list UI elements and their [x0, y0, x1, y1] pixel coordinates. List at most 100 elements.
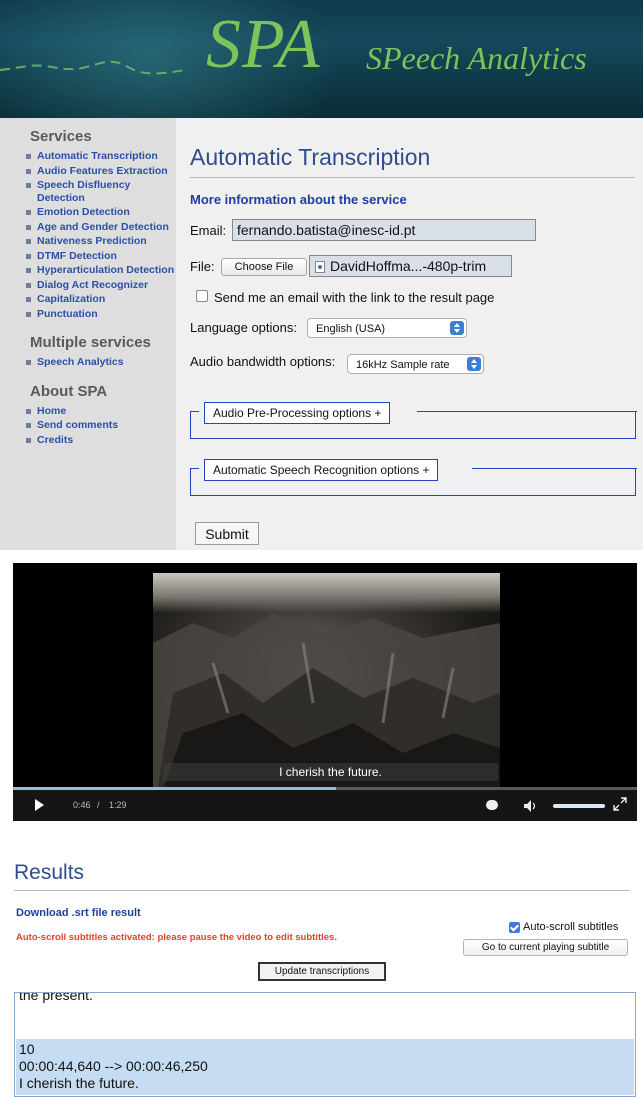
sidebar-item-label: Nativeness Prediction — [37, 235, 147, 247]
language-select[interactable]: English (USA) — [307, 318, 467, 338]
autoscroll-checkbox[interactable] — [509, 922, 520, 933]
bullet-icon — [26, 253, 31, 259]
sidebar-item-label: Home — [37, 404, 67, 417]
divider — [190, 177, 635, 178]
sidebar-item-hyperarticulation[interactable]: Hyperarticulation Detection — [0, 264, 176, 277]
sidebar-item-audio-features[interactable]: Audio Features Extraction — [0, 165, 176, 178]
bullet-icon — [26, 408, 31, 414]
bullet-icon — [26, 154, 31, 159]
volume-slider[interactable] — [553, 804, 605, 808]
sidebar-item-label: Age and Gender Detection — [37, 220, 169, 233]
subtitles-editor[interactable]: the present. 10 00:00:44,640 --> 00:00:4… — [14, 992, 636, 1097]
bandwidth-label: Audio bandwidth options: — [190, 354, 336, 369]
header-banner: SPA SPeech Analytics — [0, 0, 643, 118]
sidebar-item-label: Dialog Act Recognizer — [37, 278, 149, 291]
sidebar-item-credits[interactable]: Credits — [0, 434, 176, 447]
bullet-icon — [26, 297, 31, 302]
about-list: Home Send comments Credits — [0, 405, 176, 447]
bandwidth-value: 16kHz Sample rate — [356, 359, 450, 371]
sidebar-item-label: Credits — [37, 433, 74, 446]
autoscroll-label: Auto-scroll subtitles — [523, 921, 619, 933]
sidebar-item-speech-disfluency[interactable]: Speech Disfluency Detection — [0, 179, 176, 204]
sidebar-item-label: Hyperarticulation Detection — [37, 264, 175, 276]
sidebar-item-nativeness[interactable]: Nativeness Prediction — [0, 235, 176, 248]
page-title: Automatic Transcription — [190, 144, 431, 170]
bullet-icon — [26, 224, 31, 230]
sidebar-item-automatic-transcription[interactable]: Automatic Transcription — [0, 150, 176, 163]
bullet-icon — [26, 437, 31, 443]
volume-icon[interactable] — [523, 799, 539, 813]
sidebar-heading-about: About SPA — [30, 382, 108, 400]
sidebar-item-speech-analytics[interactable]: Speech Analytics — [0, 356, 176, 369]
subtitle-timing: 00:00:44,640 --> 00:00:46,250 — [19, 1058, 208, 1074]
goto-current-subtitle-button[interactable]: Go to current playing subtitle — [463, 939, 628, 956]
fieldset-border — [191, 468, 199, 469]
sidebar-item-label: Emotion Detection — [37, 206, 130, 218]
multiple-services-list: Speech Analytics — [0, 356, 176, 369]
sidebar-item-label: Capitalization — [37, 293, 106, 305]
sidebar-item-label: Speech Analytics — [37, 356, 124, 368]
logo: SPA — [206, 6, 321, 83]
sidebar-item-dtmf[interactable]: DTMF Detection — [0, 250, 176, 263]
file-icon — [315, 261, 325, 273]
sidebar-item-label: Automatic Transcription — [37, 150, 158, 162]
email-field[interactable] — [232, 219, 536, 241]
bullet-icon — [26, 282, 31, 288]
download-srt-link[interactable]: Download .srt file result — [16, 907, 141, 919]
submit-button[interactable]: Submit — [195, 522, 259, 545]
bullet-icon — [26, 360, 31, 365]
sidebar-heading-multiple: Multiple services — [30, 334, 151, 351]
preprocessing-toggle[interactable]: Audio Pre-Processing options + — [204, 402, 391, 424]
video-player[interactable]: I cherish the future. 0:46 / 1:29 — [13, 563, 637, 821]
bullet-icon — [26, 210, 31, 215]
fieldset-border — [191, 411, 199, 412]
asr-toggle[interactable]: Automatic Speech Recognition options + — [204, 459, 439, 481]
fullscreen-icon[interactable] — [613, 797, 627, 811]
bullet-icon — [26, 311, 31, 317]
autoscroll-warning: Auto-scroll subtitles activated: please … — [16, 932, 337, 943]
bandwidth-select[interactable]: 16kHz Sample rate — [347, 354, 484, 374]
send-email-checkbox[interactable] — [196, 290, 208, 302]
bullet-icon — [26, 423, 31, 428]
services-list: Automatic Transcription Audio Features E… — [0, 150, 176, 320]
sidebar-item-label: Speech Disfluency Detection — [37, 179, 131, 204]
waveform-decoration — [0, 60, 186, 75]
language-value: English (USA) — [316, 323, 386, 335]
sidebar-item-send-comments[interactable]: Send comments — [0, 419, 176, 432]
play-icon[interactable] — [35, 799, 44, 811]
sidebar-item-capitalization[interactable]: Capitalization — [0, 293, 176, 306]
current-subtitle[interactable]: 10 00:00:44,640 --> 00:00:46,250 I cheri… — [16, 1039, 634, 1095]
language-label: Language options: — [190, 320, 297, 335]
sidebar-item-home[interactable]: Home — [0, 405, 176, 418]
sidebar-heading-services: Services — [30, 128, 92, 145]
bullet-icon — [26, 239, 31, 244]
file-name-display: DavidHoffma...-480p-trim — [309, 255, 512, 277]
sidebar-item-dialog-act[interactable]: Dialog Act Recognizer — [0, 279, 176, 292]
more-info-link[interactable]: More information about the service — [190, 192, 407, 207]
current-time: 0:46 — [73, 800, 91, 810]
update-transcriptions-button[interactable]: Update transcriptions — [258, 962, 386, 981]
video-controls: 0:46 / 1:29 — [13, 790, 637, 821]
choose-file-button[interactable]: Choose File — [221, 258, 307, 276]
duration: 1:29 — [109, 800, 127, 810]
sidebar-item-punctuation[interactable]: Punctuation — [0, 308, 176, 321]
subtitle-text: I cherish the future. — [19, 1075, 139, 1091]
sidebar: Services Automatic Transcription Audio F… — [0, 118, 176, 550]
email-label: Email: — [190, 223, 227, 238]
logo-subtitle: SPeech Analytics — [366, 40, 587, 76]
sidebar-item-label: Audio Features Extraction — [37, 164, 168, 177]
sidebar-item-label: DTMF Detection — [37, 249, 117, 262]
sidebar-item-emotion-detection[interactable]: Emotion Detection — [0, 206, 176, 219]
captions-icon[interactable] — [486, 800, 498, 810]
select-arrows-icon — [467, 357, 481, 371]
sidebar-item-label: Send comments — [37, 419, 119, 431]
video-subtitle: I cherish the future. — [163, 763, 498, 781]
fieldset-border — [417, 411, 637, 412]
sidebar-item-age-gender[interactable]: Age and Gender Detection — [0, 221, 176, 234]
bullet-icon — [26, 183, 31, 188]
bullet-icon — [26, 268, 31, 273]
bullet-icon — [26, 168, 31, 174]
transcription-form: Automatic Transcription More information… — [176, 118, 643, 550]
sidebar-item-label: Punctuation — [37, 307, 98, 320]
previous-subtitle-text: the present. — [19, 992, 93, 1003]
